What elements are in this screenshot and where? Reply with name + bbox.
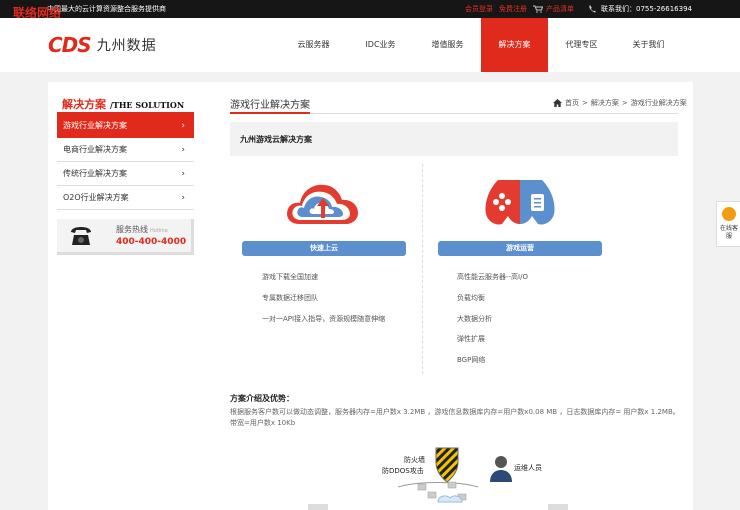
cloud-upload-icon bbox=[287, 184, 358, 224]
intro-title: 方案介绍及优势： bbox=[230, 394, 294, 403]
logo[interactable]: CDS 九州数据 bbox=[48, 33, 157, 57]
hotline-number: 400-400-4000 bbox=[116, 237, 187, 247]
sidebar-item-traditional[interactable]: 传统行业解决方案 › bbox=[57, 162, 194, 186]
content-panel: 解决方案 /THE SOLUTION 游戏行业解决方案 › 电商行业解决方案 ›… bbox=[48, 82, 693, 510]
left-feature-1: 游戏下载全国加速 bbox=[262, 273, 318, 281]
right-feature-2: 负载均衡 bbox=[457, 294, 485, 302]
chevron-right-icon: › bbox=[181, 169, 185, 179]
diagram-graphics bbox=[308, 447, 568, 510]
ops-label: 运维人员 bbox=[514, 464, 542, 472]
product-list-link[interactable]: 产品清单 bbox=[546, 4, 574, 14]
free-register-link[interactable]: 免费注册 bbox=[499, 4, 527, 14]
contact-phone: 联系我们：0755-26616394 bbox=[601, 5, 692, 13]
left-feature-3: 一对一API接入指导，资源规模随意伸缩 bbox=[262, 315, 386, 323]
architecture-diagram: 防火墙 防DDOS攻击 运维人员 bbox=[258, 442, 588, 510]
phone-icon bbox=[589, 5, 597, 13]
solution-title: 九州游戏云解决方案 bbox=[240, 135, 312, 144]
sidebar-item-label: O2O行业解决方案 bbox=[63, 193, 129, 202]
right-feature-1: 高性能云服务器--高I/O bbox=[457, 273, 528, 281]
breadcrumb: 首页 > 解决方案 > 游戏行业解决方案 bbox=[553, 98, 690, 108]
nav-value-added[interactable]: 增值服务 bbox=[414, 18, 481, 72]
telephone-icon bbox=[71, 227, 91, 245]
quick-cloud-button[interactable]: 快速上云 bbox=[242, 241, 406, 256]
sidebar-item-game[interactable]: 游戏行业解决方案 › bbox=[57, 114, 194, 138]
left-feature-2: 专属数据迁移团队 bbox=[262, 294, 318, 302]
chat-icon bbox=[722, 207, 736, 221]
column-divider bbox=[422, 164, 423, 374]
breadcrumb-home[interactable]: 首页 bbox=[565, 98, 579, 108]
solution-header: 九州游戏云解决方案 bbox=[230, 122, 678, 156]
nav-agent[interactable]: 代理专区 bbox=[548, 18, 615, 72]
breadcrumb-sep: > bbox=[582, 99, 588, 107]
logo-mark: CDS bbox=[48, 33, 92, 57]
hotline-label: 服务热线 Hotline bbox=[116, 225, 168, 234]
top-links: 会员登录 免费注册 产品清单 联系我们：0755-26616394 bbox=[465, 4, 740, 14]
sidebar-item-label: 传统行业解决方案 bbox=[63, 169, 127, 178]
hotline-box: 服务热线 Hotline 400-400-4000 bbox=[57, 219, 194, 255]
firewall-label: 防火墙 bbox=[404, 456, 425, 464]
logo-name: 九州数据 bbox=[96, 38, 157, 54]
page-title: 游戏行业解决方案 bbox=[230, 100, 310, 111]
top-bar: 中国最大的云计算资源整合服务提供商 联络网络 会员登录 免费注册 产品清单 联系… bbox=[0, 0, 740, 20]
cart-icon bbox=[533, 5, 544, 13]
main-nav: 云服务器 IDC业务 增值服务 解决方案 代理专区 关于我们 bbox=[280, 18, 682, 72]
sidebar-item-label: 电商行业解决方案 bbox=[63, 145, 127, 154]
online-service-label: 在线客服 bbox=[720, 225, 739, 240]
hotline-label-en: Hotline bbox=[150, 228, 168, 234]
right-feature-3: 大数据分析 bbox=[457, 315, 492, 323]
breadcrumb-current: 游戏行业解决方案 bbox=[630, 99, 687, 107]
gamepad-icon bbox=[485, 180, 555, 225]
online-service-float[interactable]: 在线客服 bbox=[716, 201, 740, 247]
sidebar-item-ecommerce[interactable]: 电商行业解决方案 › bbox=[57, 138, 194, 162]
sidebar-title-cn: 解决方案 bbox=[62, 98, 106, 111]
nav-about[interactable]: 关于我们 bbox=[615, 18, 682, 72]
chevron-right-icon: › bbox=[181, 145, 185, 155]
breadcrumb-sep: > bbox=[621, 99, 628, 107]
right-feature-5: BGP网络 bbox=[457, 356, 486, 364]
nav-solutions[interactable]: 解决方案 bbox=[481, 18, 548, 72]
nav-idc[interactable]: IDC业务 bbox=[347, 18, 414, 72]
nav-cloud-server[interactable]: 云服务器 bbox=[280, 18, 347, 72]
site-slogan: 中国最大的云计算资源整合服务提供商 bbox=[47, 5, 166, 13]
header: CDS 九州数据 云服务器 IDC业务 增值服务 解决方案 代理专区 关于我们 bbox=[0, 18, 740, 72]
title-accent-line bbox=[230, 112, 310, 114]
home-icon bbox=[553, 99, 562, 107]
chevron-right-icon: › bbox=[181, 193, 185, 203]
right-feature-4: 弹性扩展 bbox=[457, 335, 485, 343]
chevron-right-icon: › bbox=[181, 121, 185, 131]
sidebar-menu: 游戏行业解决方案 › 电商行业解决方案 › 传统行业解决方案 › O2O行业解决… bbox=[57, 114, 194, 210]
game-ops-button[interactable]: 游戏运营 bbox=[438, 241, 602, 256]
member-login-link[interactable]: 会员登录 bbox=[465, 4, 493, 14]
ddos-label: 防DDOS攻击 bbox=[382, 467, 424, 475]
sidebar-item-o2o[interactable]: O2O行业解决方案 › bbox=[57, 186, 194, 210]
sidebar-item-label: 游戏行业解决方案 bbox=[63, 121, 127, 130]
sidebar-title-en: /THE SOLUTION bbox=[110, 100, 185, 110]
breadcrumb-solutions[interactable]: 解决方案 bbox=[591, 98, 619, 108]
intro-text: 根据服务客户数可以做动态调整，服务器内存=用户数x 3.2MB ，游戏信息数据库… bbox=[230, 408, 680, 427]
sidebar-title: 解决方案 /THE SOLUTION bbox=[62, 96, 184, 112]
